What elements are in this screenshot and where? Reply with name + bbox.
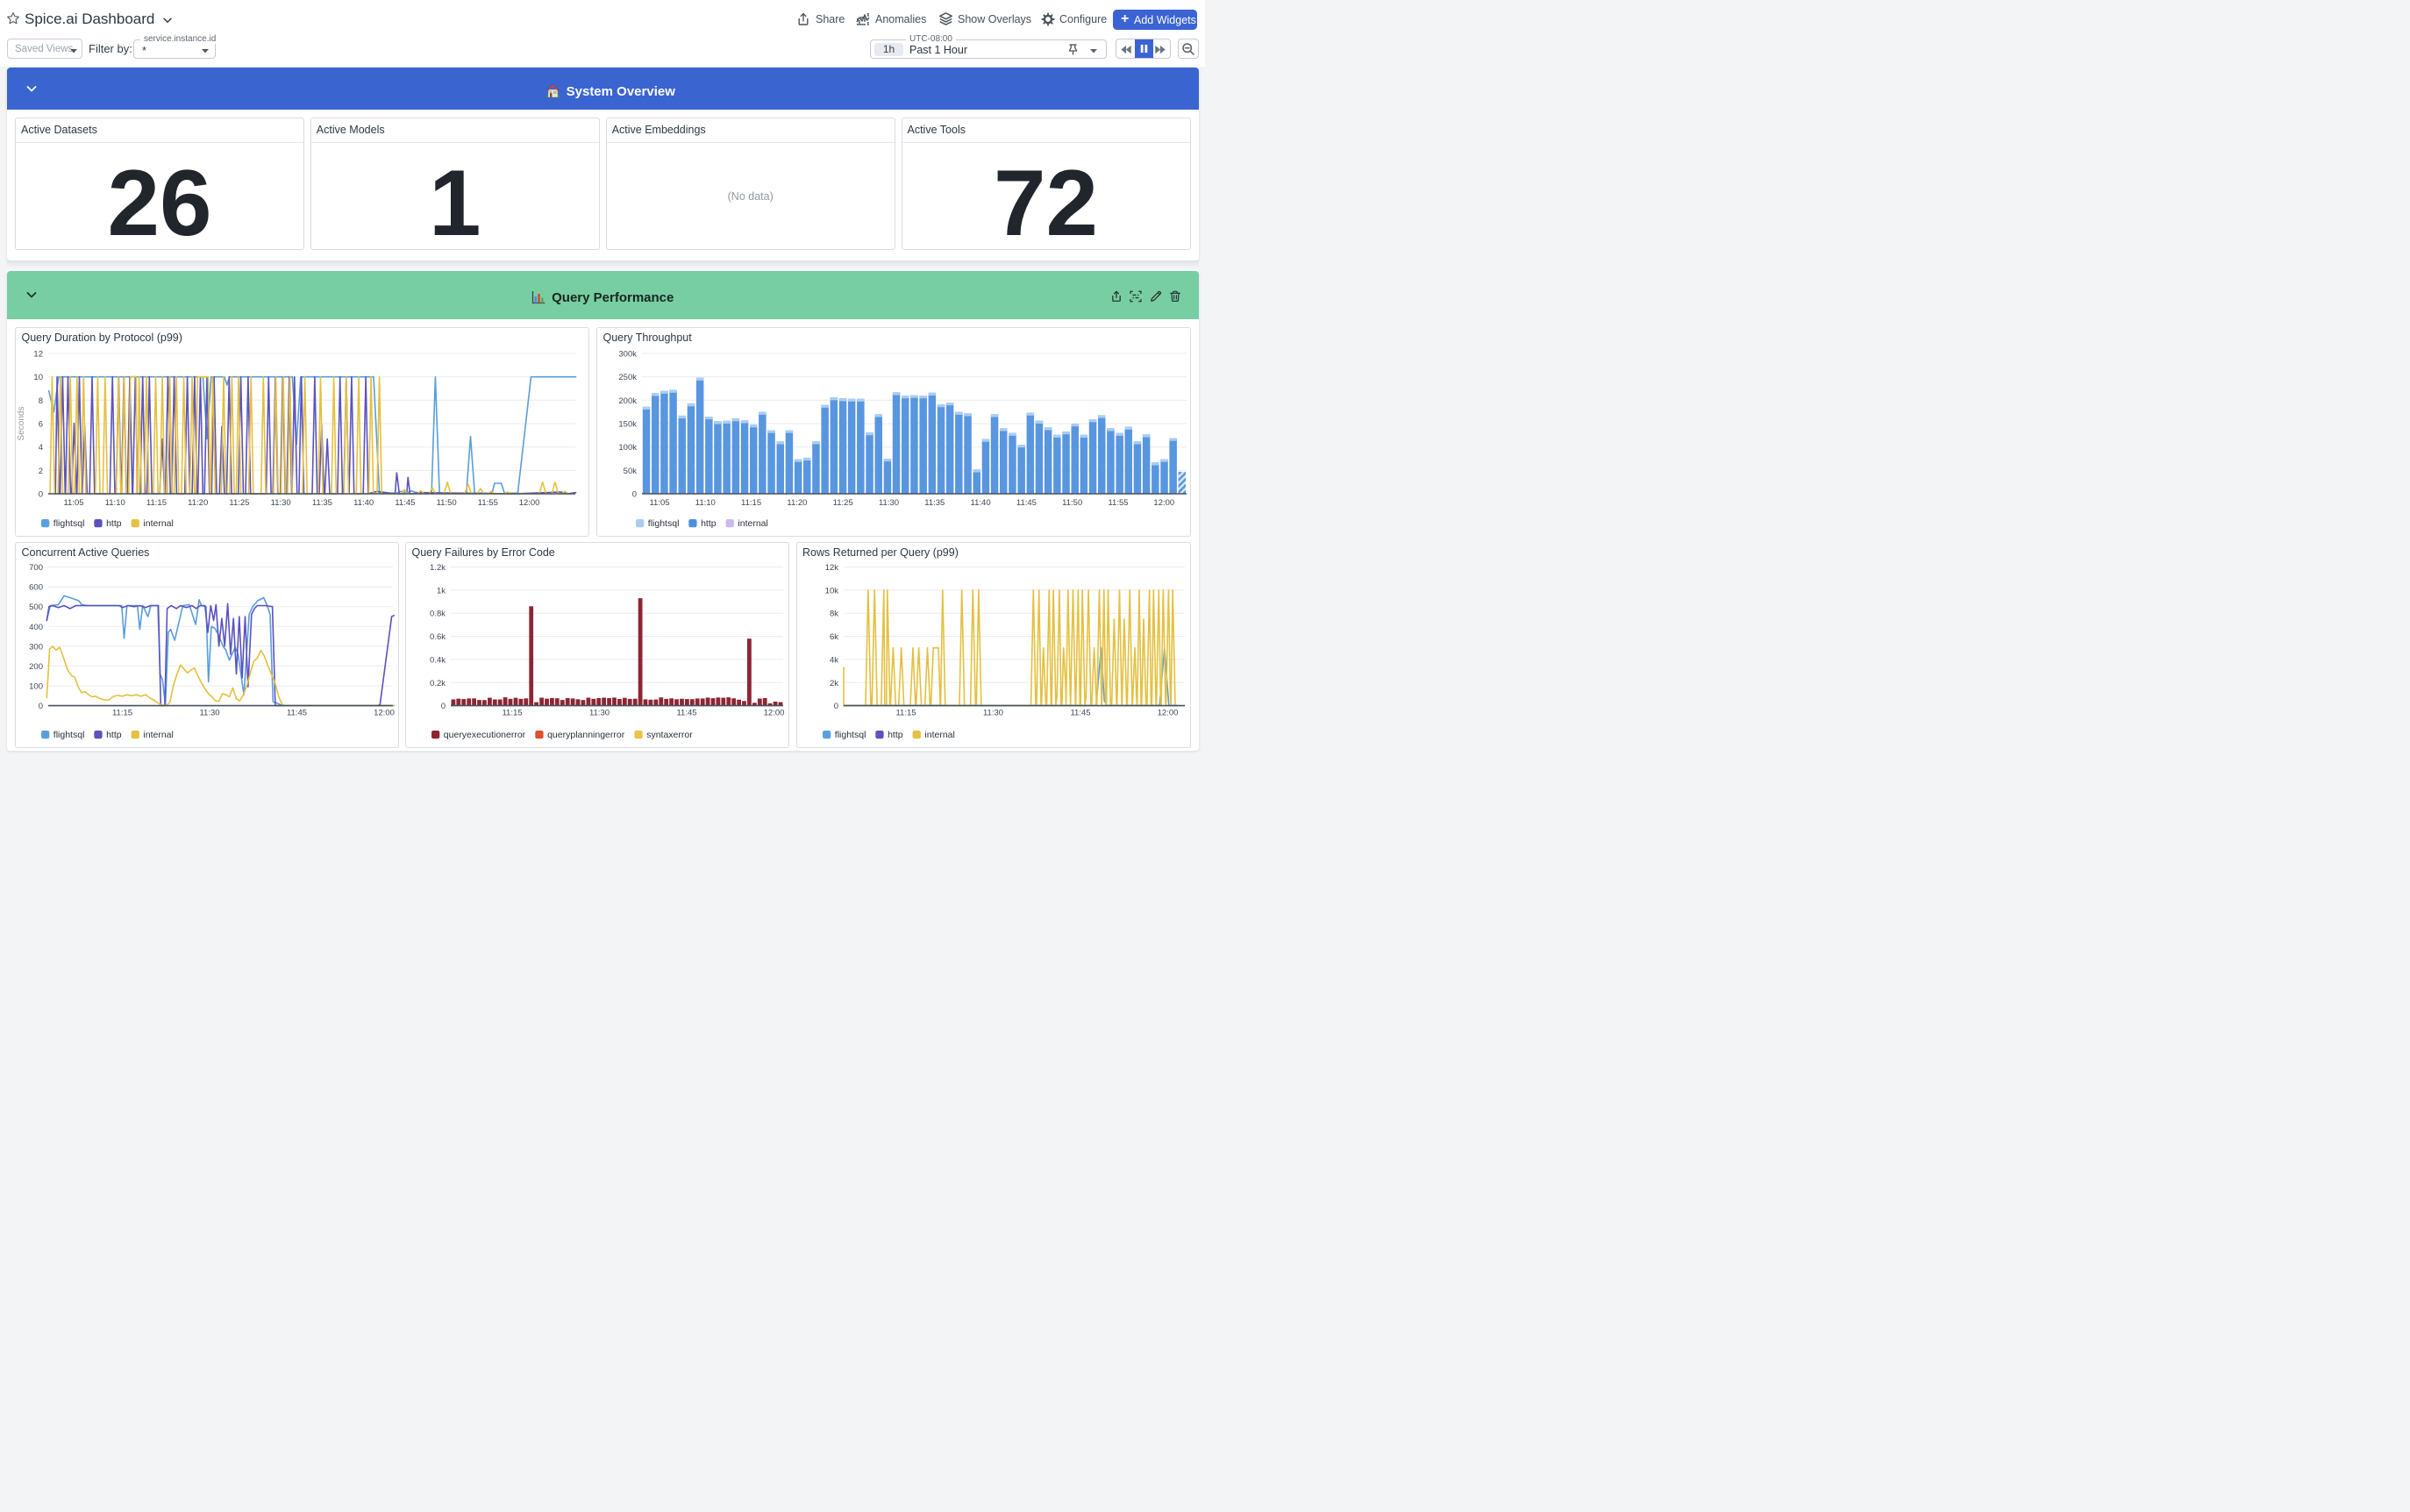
svg-text:11:45: 11:45 <box>395 498 415 508</box>
svg-text:11:20: 11:20 <box>787 498 807 508</box>
svg-text:2: 2 <box>39 467 43 476</box>
svg-text:11:35: 11:35 <box>312 498 332 508</box>
svg-text:200k: 200k <box>618 396 637 406</box>
svg-text:11:50: 11:50 <box>437 498 457 508</box>
svg-text:6: 6 <box>39 420 43 430</box>
svg-text:11:20: 11:20 <box>188 498 208 508</box>
svg-text:12: 12 <box>33 350 43 360</box>
svg-text:queryplanningerror: queryplanningerror <box>547 730 625 740</box>
svg-text:http: http <box>106 730 122 740</box>
svg-text:150k: 150k <box>618 420 637 430</box>
svg-text:11:15: 11:15 <box>895 708 916 717</box>
svg-text:10k: 10k <box>824 586 838 596</box>
svg-text:11:50: 11:50 <box>1062 498 1082 508</box>
svg-text:queryexecutionerror: queryexecutionerror <box>444 730 526 740</box>
svg-text:http: http <box>888 730 903 740</box>
svg-text:http: http <box>701 518 717 529</box>
svg-text:0: 0 <box>39 490 43 500</box>
svg-text:0: 0 <box>39 702 43 711</box>
svg-text:400: 400 <box>29 622 43 631</box>
svg-text:11:05: 11:05 <box>649 498 669 508</box>
svg-text:11:10: 11:10 <box>105 498 125 508</box>
svg-text:11:30: 11:30 <box>879 498 899 508</box>
svg-text:11:35: 11:35 <box>924 498 945 508</box>
svg-text:8k: 8k <box>829 609 838 618</box>
svg-text:8: 8 <box>39 396 43 406</box>
svg-text:flightsql: flightsql <box>648 518 680 529</box>
svg-text:12k: 12k <box>824 563 838 573</box>
svg-text:11:30: 11:30 <box>982 708 1002 717</box>
svg-text:11:15: 11:15 <box>741 498 761 508</box>
svg-text:internal: internal <box>143 518 173 529</box>
svg-text:11:45: 11:45 <box>1070 708 1090 717</box>
svg-text:12:00: 12:00 <box>764 708 785 717</box>
svg-text:50k: 50k <box>624 467 638 476</box>
svg-text:4k: 4k <box>829 655 838 665</box>
svg-text:200: 200 <box>29 661 43 671</box>
svg-text:flightsql: flightsql <box>53 518 85 529</box>
svg-text:6k: 6k <box>829 632 838 642</box>
svg-text:12:00: 12:00 <box>1157 708 1178 717</box>
svg-text:11:30: 11:30 <box>199 708 219 717</box>
svg-text:11:10: 11:10 <box>695 498 716 508</box>
svg-text:0.8k: 0.8k <box>430 609 446 618</box>
svg-text:1.2k: 1.2k <box>430 563 446 573</box>
svg-text:300: 300 <box>29 642 43 652</box>
svg-text:internal: internal <box>143 730 173 740</box>
svg-text:11:15: 11:15 <box>146 498 167 508</box>
svg-text:500: 500 <box>29 603 43 612</box>
svg-text:0: 0 <box>441 702 446 711</box>
svg-text:11:55: 11:55 <box>1108 498 1128 508</box>
svg-text:flightsql: flightsql <box>834 730 866 740</box>
svg-text:600: 600 <box>29 582 43 592</box>
svg-text:0.2k: 0.2k <box>430 678 446 688</box>
svg-text:11:30: 11:30 <box>271 498 291 508</box>
svg-text:0: 0 <box>632 490 637 500</box>
svg-text:internal: internal <box>924 730 954 740</box>
svg-text:11:25: 11:25 <box>229 498 249 508</box>
svg-text:300k: 300k <box>618 350 637 360</box>
svg-text:700: 700 <box>29 563 43 573</box>
svg-text:12:00: 12:00 <box>519 498 540 508</box>
svg-text:11:30: 11:30 <box>589 708 610 717</box>
svg-text:11:25: 11:25 <box>833 498 853 508</box>
svg-text:11:55: 11:55 <box>478 498 498 508</box>
svg-text:1k: 1k <box>437 586 446 596</box>
svg-text:250k: 250k <box>618 373 637 382</box>
svg-text:100k: 100k <box>618 443 637 453</box>
svg-text:11:45: 11:45 <box>287 708 307 717</box>
svg-text:12:00: 12:00 <box>1153 498 1174 508</box>
svg-text:12:00: 12:00 <box>374 708 395 717</box>
svg-text:11:40: 11:40 <box>353 498 374 508</box>
svg-text:Seconds: Seconds <box>17 407 26 441</box>
svg-text:100: 100 <box>29 681 43 691</box>
svg-text:11:45: 11:45 <box>676 708 696 717</box>
svg-text:flightsql: flightsql <box>53 730 85 740</box>
svg-text:http: http <box>106 518 122 529</box>
svg-text:0: 0 <box>833 702 838 711</box>
svg-text:11:40: 11:40 <box>971 498 991 508</box>
svg-text:10: 10 <box>33 373 43 382</box>
svg-text:2k: 2k <box>829 678 838 688</box>
svg-text:11:15: 11:15 <box>112 708 132 717</box>
svg-text:4: 4 <box>39 443 43 453</box>
svg-text:11:05: 11:05 <box>63 498 83 508</box>
svg-text:internal: internal <box>738 518 767 529</box>
svg-text:11:15: 11:15 <box>502 708 522 717</box>
svg-text:11:45: 11:45 <box>1016 498 1037 508</box>
svg-text:0.6k: 0.6k <box>430 632 446 642</box>
svg-text:0.4k: 0.4k <box>430 655 446 665</box>
svg-text:syntaxerror: syntaxerror <box>646 730 693 740</box>
